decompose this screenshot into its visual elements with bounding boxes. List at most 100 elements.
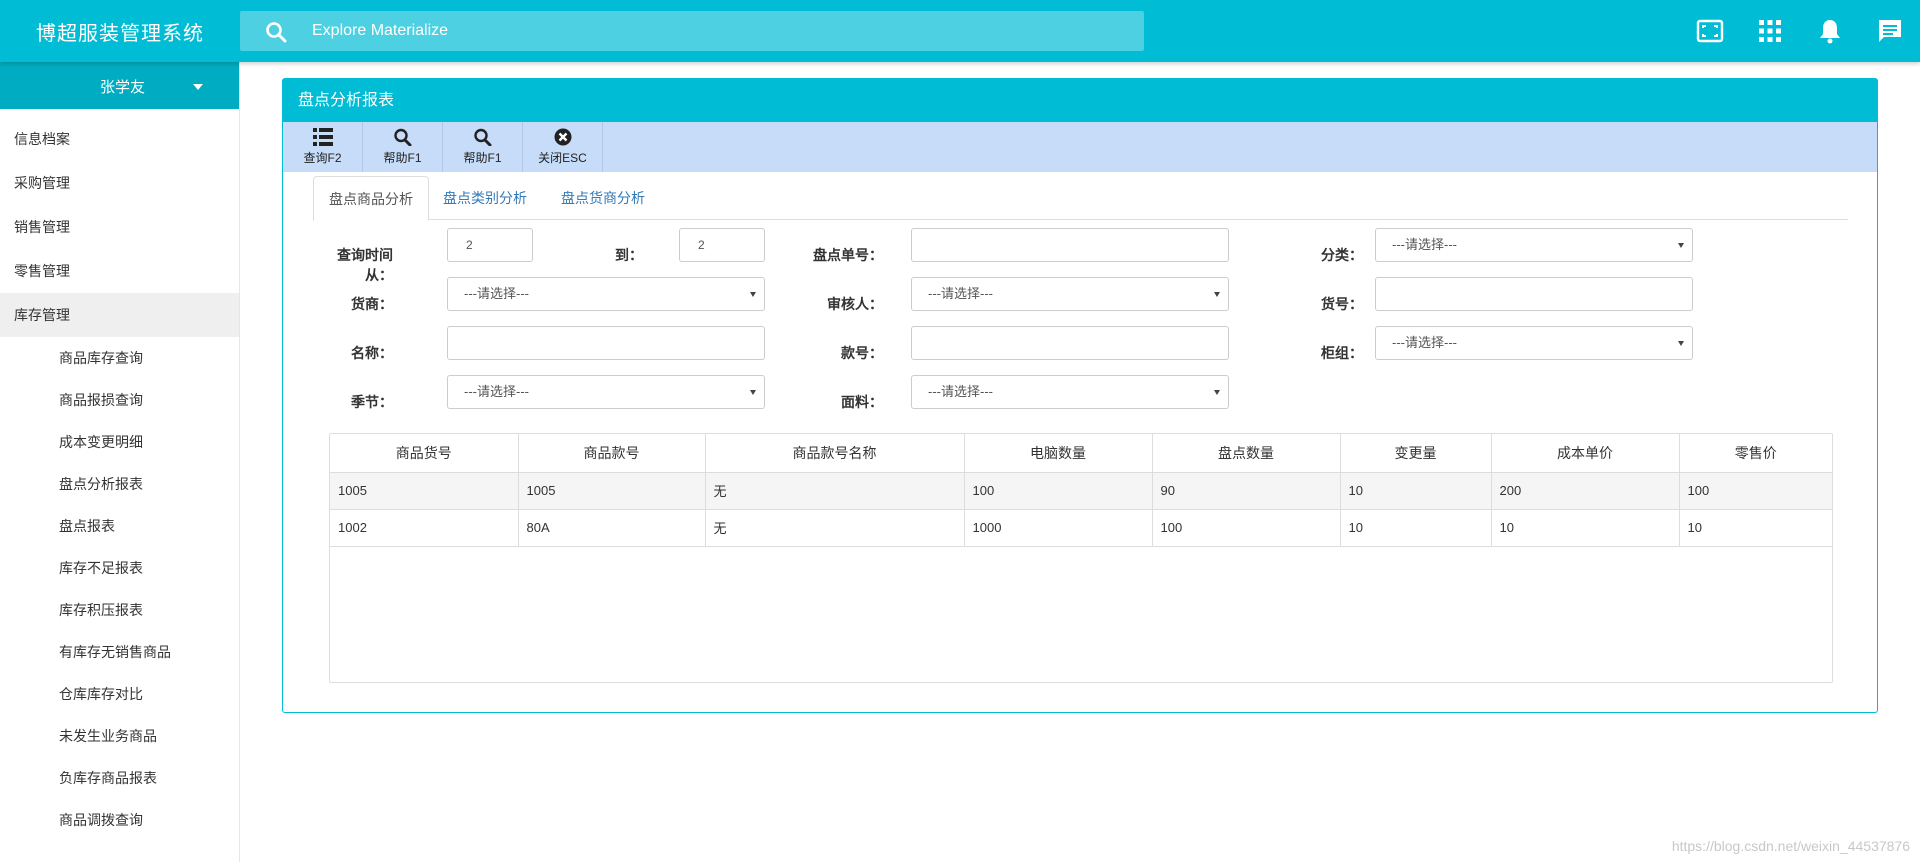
tab-category-analysis[interactable]: 盘点类别分析 (428, 176, 542, 220)
submenu-item[interactable]: 商品调拨查询 (0, 799, 239, 841)
analysis-tabs: 盘点商品分析 盘点类别分析 盘点货商分析 (313, 176, 1848, 221)
list-icon (312, 128, 333, 146)
season-select[interactable]: ---请选择--- (447, 375, 765, 409)
table-cell: 100 (1152, 509, 1341, 547)
counter-label: 柜组： (1321, 345, 1363, 361)
reviewer-label: 审核人： (827, 296, 883, 312)
sidebar-item-retail[interactable]: 零售管理 (0, 249, 239, 293)
column-header[interactable]: 商品货号 (330, 434, 519, 473)
submenu-item[interactable]: 负库存商品报表 (0, 757, 239, 799)
category-select[interactable]: ---请选择--- (1375, 228, 1693, 262)
time-to-input[interactable] (679, 228, 765, 262)
column-header[interactable]: 电脑数量 (964, 434, 1153, 473)
reviewer-select-value: ---请选择--- (928, 286, 993, 301)
search-input[interactable] (312, 11, 1112, 51)
table-cell: 10 (1491, 509, 1680, 547)
style-no-input[interactable] (911, 326, 1229, 360)
order-no-input[interactable] (911, 228, 1229, 262)
watermark: https://blog.csdn.net/weixin_44537876 (1671, 838, 1910, 854)
time-from-label: 查询时间从： (337, 247, 393, 283)
table-cell: 1002 (330, 509, 519, 547)
style-no-label: 款号： (841, 345, 883, 361)
time-from-input[interactable] (447, 228, 533, 262)
submenu-item[interactable]: 仓库库存对比 (0, 673, 239, 715)
app-title[interactable]: 博超服装管理系统 (0, 0, 240, 62)
submenu-item[interactable]: 商品报损查询 (0, 379, 239, 421)
dropdown-arrow-icon (1678, 243, 1684, 248)
submenu-item[interactable]: 库存积压报表 (0, 589, 239, 631)
apps-grid-icon[interactable] (1740, 0, 1800, 62)
table-cell: 1005 (518, 472, 706, 510)
results-table: 商品货号 商品款号 商品款号名称 电脑数量 盘点数量 变更量 成本单价 零售价 … (329, 433, 1833, 683)
item-no-input[interactable] (1375, 277, 1693, 311)
table-cell: 无 (705, 472, 965, 510)
dropdown-arrow-icon (1214, 292, 1220, 297)
inventory-submenu: 商品库存查询 商品报损查询 成本变更明细 盘点分析报表 盘点报表 库存不足报表 … (0, 337, 239, 841)
bell-icon[interactable] (1800, 0, 1860, 62)
close-circle-icon (554, 128, 571, 146)
submenu-item[interactable]: 盘点报表 (0, 505, 239, 547)
sidebar-item-inventory[interactable]: 库存管理 (0, 293, 239, 337)
reviewer-select[interactable]: ---请选择--- (911, 277, 1229, 311)
season-select-value: ---请选择--- (464, 384, 529, 399)
search-icon (473, 128, 491, 146)
counter-select[interactable]: ---请选择--- (1375, 326, 1693, 360)
column-header[interactable]: 商品款号名称 (705, 434, 965, 473)
submenu-item[interactable]: 未发生业务商品 (0, 715, 239, 757)
category-select-value: ---请选择--- (1392, 237, 1457, 252)
name-input[interactable] (447, 326, 765, 360)
table-cell: 80A (518, 509, 706, 547)
sidebar-item-info-archive[interactable]: 信息档案 (0, 117, 239, 161)
table-cell: 10 (1340, 509, 1492, 547)
vendor-label: 货商： (351, 296, 393, 312)
user-dropdown[interactable]: 张学友 (0, 62, 239, 109)
fullscreen-icon[interactable] (1680, 0, 1740, 62)
submenu-item[interactable]: 成本变更明细 (0, 421, 239, 463)
submenu-item[interactable]: 商品库存查询 (0, 337, 239, 379)
fabric-label: 面料： (841, 394, 883, 410)
help-button-2[interactable]: 帮助F1 (443, 122, 523, 172)
tab-product-analysis[interactable]: 盘点商品分析 (313, 176, 429, 221)
column-header[interactable]: 成本单价 (1491, 434, 1680, 473)
table-cell: 100 (1679, 472, 1832, 510)
tab-vendor-analysis[interactable]: 盘点货商分析 (546, 176, 660, 220)
dropdown-arrow-icon (1678, 341, 1684, 346)
query-button[interactable]: 查询F2 (283, 122, 363, 172)
column-header[interactable]: 零售价 (1679, 434, 1832, 473)
item-no-label: 货号： (1321, 296, 1363, 312)
sidebar-menu: 信息档案 采购管理 销售管理 零售管理 库存管理 商品库存查询 商品报损查询 成… (0, 117, 239, 841)
chat-icon[interactable] (1860, 0, 1920, 62)
help-button-2-label: 帮助F1 (463, 151, 502, 165)
table-row[interactable]: 1002 80A 无 1000 100 10 10 10 (330, 509, 1832, 547)
fabric-select-value: ---请选择--- (928, 384, 993, 399)
table-cell: 100 (964, 472, 1153, 510)
table-cell: 90 (1152, 472, 1341, 510)
table-cell: 200 (1491, 472, 1680, 510)
table-cell: 无 (705, 509, 965, 547)
fabric-select[interactable]: ---请选择--- (911, 375, 1229, 409)
column-header[interactable]: 盘点数量 (1152, 434, 1341, 473)
season-label: 季节： (351, 394, 393, 410)
table-cell: 10 (1340, 472, 1492, 510)
vendor-select-value: ---请选择--- (464, 286, 529, 301)
submenu-item[interactable]: 盘点分析报表 (0, 463, 239, 505)
table-row[interactable]: 1005 1005 无 100 90 10 200 100 (330, 472, 1832, 510)
column-header[interactable]: 商品款号 (518, 434, 706, 473)
vendor-select[interactable]: ---请选择--- (447, 277, 765, 311)
top-icons (1680, 0, 1920, 62)
table-header-row: 商品货号 商品款号 商品款号名称 电脑数量 盘点数量 变更量 成本单价 零售价 (330, 434, 1832, 473)
search-icon[interactable] (264, 20, 288, 44)
sidebar: 张学友 信息档案 采购管理 销售管理 零售管理 库存管理 商品库存查询 商品报损… (0, 62, 240, 862)
dropdown-arrow-icon (750, 390, 756, 395)
caret-down-icon (193, 84, 203, 90)
column-header[interactable]: 变更量 (1340, 434, 1492, 473)
help-button[interactable]: 帮助F1 (363, 122, 443, 172)
table-cell: 1000 (964, 509, 1153, 547)
sidebar-item-purchase[interactable]: 采购管理 (0, 161, 239, 205)
sidebar-item-sales[interactable]: 销售管理 (0, 205, 239, 249)
submenu-item[interactable]: 库存不足报表 (0, 547, 239, 589)
close-button[interactable]: 关闭ESC (523, 122, 603, 172)
user-name: 张学友 (99, 79, 145, 96)
close-button-label: 关闭ESC (538, 151, 587, 165)
submenu-item[interactable]: 有库存无销售商品 (0, 631, 239, 673)
